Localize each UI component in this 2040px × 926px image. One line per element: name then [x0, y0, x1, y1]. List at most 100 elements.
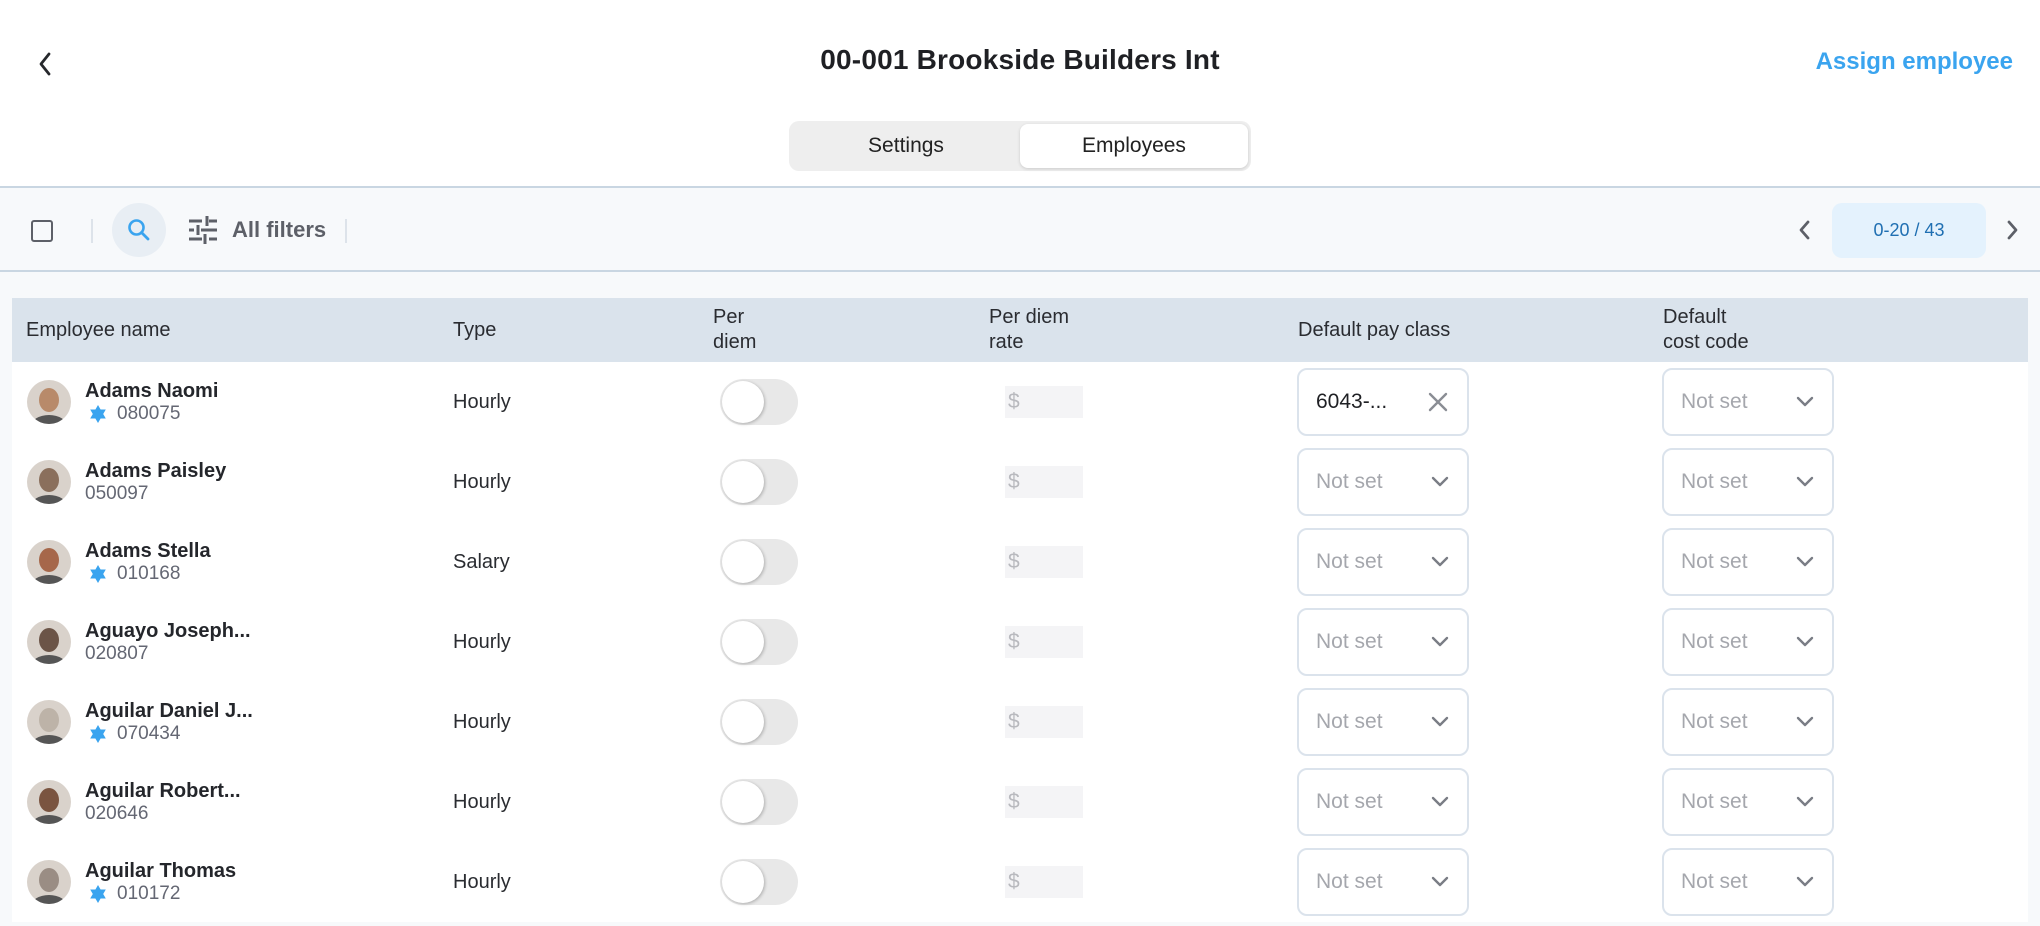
cost-code-value: Not set: [1681, 870, 1748, 893]
pay-class-value: 6043-...: [1316, 390, 1388, 413]
employee-type: Hourly: [453, 710, 511, 733]
per-diem-toggle[interactable]: [720, 539, 798, 585]
toggle-knob: [722, 541, 764, 583]
employee-cell: Aguilar Robert... 020646: [27, 762, 241, 842]
currency-prefix: $: [1008, 790, 1020, 813]
table-row[interactable]: Aguayo Joseph... 020807 Hourly $ Not set…: [12, 602, 2028, 682]
column-header-per-diem-rate[interactable]: Per diem rate: [989, 298, 1069, 362]
cost-code-cell: Not set: [1662, 442, 1834, 522]
per-diem-toggle[interactable]: [720, 459, 798, 505]
chevron-left-icon: [1799, 220, 1810, 240]
pay-class-select[interactable]: Not set: [1297, 688, 1469, 756]
per-diem-rate-input[interactable]: $: [1005, 626, 1083, 658]
employee-name[interactable]: Aguilar Robert...: [85, 779, 241, 803]
employee-id: 020807: [85, 643, 149, 664]
table-row[interactable]: Aguilar Thomas 010172 Hourly $ Not set N…: [12, 842, 2028, 922]
column-header-default-pay-class[interactable]: Default pay class: [1298, 298, 1450, 362]
employee-id: 070434: [117, 723, 181, 744]
pagination-range[interactable]: 0-20 / 43: [1832, 203, 1986, 258]
clear-icon[interactable]: [1427, 391, 1449, 413]
per-diem-rate-input[interactable]: $: [1005, 706, 1083, 738]
currency-prefix: $: [1008, 630, 1020, 653]
pay-class-select[interactable]: Not set: [1297, 608, 1469, 676]
employee-name[interactable]: Adams Paisley: [85, 459, 226, 483]
toggle-knob: [722, 381, 764, 423]
cost-code-select[interactable]: Not set: [1662, 608, 1834, 676]
employee-name[interactable]: Aguayo Joseph...: [85, 619, 251, 643]
table-row[interactable]: Adams Stella 010168 Salary $ Not set Not…: [12, 522, 2028, 602]
assign-employee-button[interactable]: Assign employee: [1816, 48, 2013, 76]
previous-page-button[interactable]: [1789, 215, 1819, 245]
employee-type: Hourly: [453, 470, 511, 493]
employee-name[interactable]: Aguilar Daniel J...: [85, 699, 253, 723]
cost-code-select[interactable]: Not set: [1662, 848, 1834, 916]
select-all-checkbox[interactable]: [31, 220, 53, 242]
tab-employees[interactable]: Employees: [1020, 124, 1248, 168]
cost-code-cell: Not set: [1662, 842, 1834, 922]
employee-id: 010168: [117, 563, 181, 584]
chevron-down-icon: [1431, 876, 1449, 887]
employee-name[interactable]: Adams Stella: [85, 539, 211, 563]
table-toolbar: All filters 0-20 / 43: [0, 189, 2040, 272]
pay-class-select[interactable]: Not set: [1297, 848, 1469, 916]
employee-cell: Aguilar Thomas 010172: [27, 842, 236, 922]
view-tabs: Settings Employees: [789, 121, 1251, 171]
chevron-down-icon: [1431, 716, 1449, 727]
pay-class-cell: Not set: [1297, 762, 1469, 842]
toggle-knob: [722, 701, 764, 743]
per-diem-rate-cell: $: [1005, 762, 1083, 842]
employee-type: Hourly: [453, 870, 511, 893]
cost-code-select[interactable]: Not set: [1662, 528, 1834, 596]
table-row[interactable]: Aguilar Robert... 020646 Hourly $ Not se…: [12, 762, 2028, 842]
per-diem-rate-input[interactable]: $: [1005, 866, 1083, 898]
employee-id: 010172: [117, 883, 181, 904]
pay-class-cell: Not set: [1297, 682, 1469, 762]
cost-code-select[interactable]: Not set: [1662, 448, 1834, 516]
column-header-type[interactable]: Type: [453, 298, 496, 362]
cost-code-select[interactable]: Not set: [1662, 688, 1834, 756]
all-filters-button[interactable]: All filters: [188, 213, 326, 247]
pay-class-select[interactable]: Not set: [1297, 528, 1469, 596]
per-diem-toggle[interactable]: [720, 779, 798, 825]
per-diem-rate-input[interactable]: $: [1005, 546, 1083, 578]
toggle-knob: [722, 621, 764, 663]
cost-code-select[interactable]: Not set: [1662, 768, 1834, 836]
per-diem-rate-input[interactable]: $: [1005, 466, 1083, 498]
employee-name[interactable]: Aguilar Thomas: [85, 859, 236, 883]
tab-settings[interactable]: Settings: [792, 124, 1020, 168]
per-diem-toggle[interactable]: [720, 699, 798, 745]
column-header-per-diem[interactable]: Per diem: [713, 298, 756, 362]
pay-class-select[interactable]: Not set: [1297, 448, 1469, 516]
per-diem-rate-cell: $: [1005, 522, 1083, 602]
pay-class-select[interactable]: Not set: [1297, 768, 1469, 836]
column-header-default-cost-code[interactable]: Default cost code: [1663, 298, 1749, 362]
chevron-down-icon: [1796, 636, 1814, 647]
employee-name[interactable]: Adams Naomi: [85, 379, 218, 403]
employee-cell: Adams Stella 010168: [27, 522, 211, 602]
avatar: [27, 700, 71, 744]
chevron-down-icon: [1796, 396, 1814, 407]
per-diem-rate-input[interactable]: $: [1005, 386, 1083, 418]
pay-class-select[interactable]: 6043-...: [1297, 368, 1469, 436]
toggle-knob: [722, 861, 764, 903]
per-diem-toggle[interactable]: [720, 379, 798, 425]
chevron-down-icon: [1796, 716, 1814, 727]
per-diem-toggle[interactable]: [720, 619, 798, 665]
search-button[interactable]: [112, 203, 166, 257]
avatar: [27, 460, 71, 504]
per-diem-toggle[interactable]: [720, 859, 798, 905]
table-row[interactable]: Aguilar Daniel J... 070434 Hourly $ Not …: [12, 682, 2028, 762]
per-diem-rate-input[interactable]: $: [1005, 786, 1083, 818]
pay-class-cell: Not set: [1297, 842, 1469, 922]
table-row[interactable]: Adams Paisley 050097 Hourly $ Not set No…: [12, 442, 2028, 522]
star-badge-icon: [90, 565, 106, 583]
cost-code-select[interactable]: Not set: [1662, 368, 1834, 436]
table-row[interactable]: Adams Naomi 080075 Hourly $ 6043-... Not…: [12, 362, 2028, 442]
divider: [345, 219, 347, 243]
employee-type: Hourly: [453, 390, 511, 413]
type-cell: Hourly: [453, 442, 511, 522]
column-header-employee-name[interactable]: Employee name: [26, 298, 171, 362]
per-diem-cell: [720, 682, 798, 762]
next-page-button[interactable]: [1998, 215, 2028, 245]
avatar: [27, 380, 71, 424]
